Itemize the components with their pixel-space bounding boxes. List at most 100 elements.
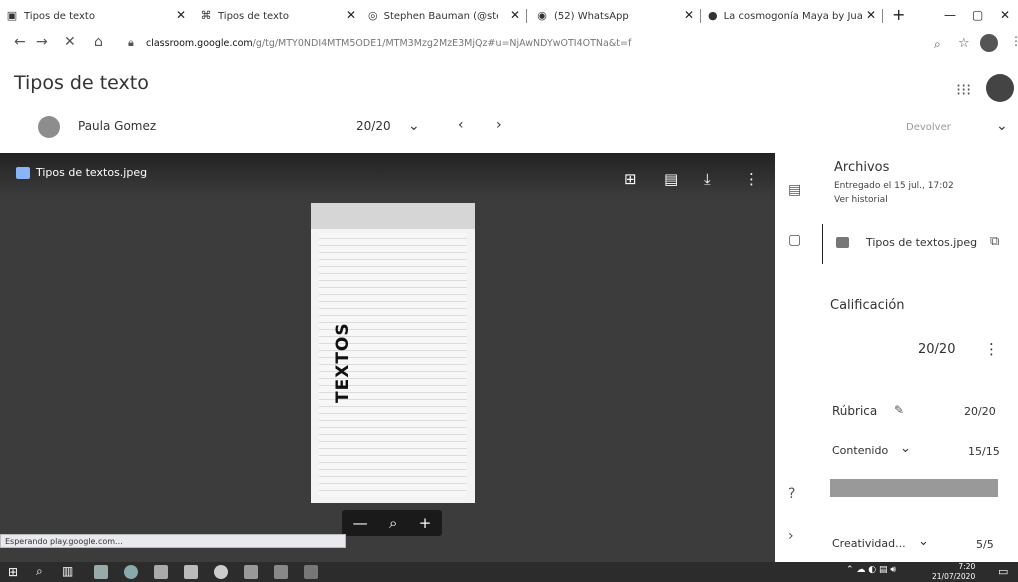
minimize-button[interactable]: — [944, 8, 956, 22]
files-heading: Archivos [834, 160, 890, 175]
instagram-icon: ◎ [368, 9, 378, 22]
history-link[interactable]: Ver historial [834, 195, 888, 205]
word-icon[interactable] [274, 565, 288, 579]
mail-icon[interactable] [154, 565, 168, 579]
student-avatar [38, 116, 60, 138]
rubric-label: Rúbrica [832, 404, 878, 418]
file-explorer-icon[interactable] [94, 565, 108, 579]
task-view-icon[interactable]: ▥ [62, 564, 73, 578]
help-icon[interactable]: ? [788, 486, 795, 502]
add-comment-icon[interactable]: ⊞ [624, 170, 637, 188]
zoom-in-button[interactable]: + [419, 514, 432, 532]
delivered-date: Entregado el 15 jul., 17:02 [834, 181, 954, 191]
search-icon[interactable]: ⌕ [36, 564, 43, 579]
tab-instagram[interactable]: ◎ Stephen Bauman (@stephen [368, 4, 498, 28]
chevron-down-icon[interactable]: ⌄ [996, 118, 1008, 134]
print-icon[interactable]: ▤ [664, 170, 678, 188]
criterion-name[interactable]: Creatividad... [832, 537, 906, 550]
account-avatar[interactable] [986, 74, 1014, 102]
viewer-file-name: Tipos de textos.jpeg [36, 166, 148, 179]
criterion-level-bar[interactable] [830, 479, 998, 497]
whatsapp-icon: ◉ [537, 9, 547, 22]
previous-student-icon[interactable]: ‹ [458, 117, 464, 133]
grade-value[interactable]: 20/20 [918, 342, 955, 357]
paint-icon[interactable] [304, 565, 318, 579]
document-image[interactable]: TEXTOS [311, 203, 475, 503]
document-header-strip [311, 203, 475, 229]
tab-cosmogonia[interactable]: ● La cosmogonía Maya by Juan [708, 4, 862, 28]
stop-icon[interactable]: ✕ [64, 34, 76, 50]
taskbar-clock[interactable]: 7:20 21/07/2020 [932, 562, 975, 582]
zoom-controls: — ⌕ + [342, 510, 442, 536]
edge-icon[interactable] [124, 565, 138, 579]
lock-icon: 🔒︎ [128, 36, 134, 49]
criterion-name[interactable]: Contenido [832, 444, 888, 457]
url-host: classroom.google.com [146, 38, 253, 49]
menu-icon[interactable]: ⋮ [1010, 34, 1018, 48]
close-tab-icon[interactable]: ✕ [684, 8, 694, 22]
close-window-button[interactable]: ✕ [1000, 8, 1010, 22]
edit-icon[interactable]: ✎ [894, 403, 904, 417]
excel-icon[interactable] [244, 565, 258, 579]
student-name[interactable]: Paula Gomez [78, 119, 156, 133]
profile-avatar[interactable] [980, 34, 998, 52]
criterion-score: 5/5 [976, 538, 994, 551]
close-tab-icon[interactable]: ✕ [176, 8, 186, 22]
private-comments-icon[interactable]: ▤ [788, 182, 801, 198]
home-icon[interactable]: ⌂ [94, 34, 103, 50]
new-tab-button[interactable]: + [892, 5, 905, 24]
zoom-search-icon[interactable]: ⌕ [389, 514, 397, 532]
close-tab-icon[interactable]: ✕ [866, 8, 876, 22]
file-thumbnail-icon [836, 237, 849, 248]
more-options-icon[interactable]: ⋮ [984, 340, 999, 358]
tab-label: Stephen Bauman (@stephen [383, 10, 498, 22]
more-options-icon[interactable]: ⋮ [744, 170, 759, 188]
prezi-icon: ● [708, 9, 718, 22]
zoom-icon[interactable]: ⌕ [934, 37, 941, 52]
panel-file-name[interactable]: Tipos de textos.jpeg [866, 236, 977, 249]
tab-label: La cosmogonía Maya by Juan [723, 10, 862, 22]
image-file-icon [16, 167, 30, 179]
open-in-new-icon[interactable]: ⧉ [990, 234, 999, 249]
windows-start-icon[interactable]: ⊞ [8, 565, 18, 579]
star-icon[interactable]: ☆ [958, 36, 970, 51]
tab-label: Tipos de texto [24, 10, 95, 22]
next-student-icon[interactable]: › [496, 117, 502, 133]
tab-label: (52) WhatsApp [554, 10, 629, 22]
store-icon[interactable] [184, 565, 198, 579]
files-panel-icon[interactable]: ▢ [788, 232, 801, 248]
maximize-button[interactable]: ▢ [972, 8, 983, 22]
system-tray-icons[interactable]: ⌃ ☁ ◐ ▤ 🔊︎ [846, 565, 896, 575]
tab-separator [700, 9, 701, 23]
notifications-icon[interactable]: ▭ [998, 565, 1008, 578]
chrome-icon[interactable] [214, 565, 228, 579]
download-icon[interactable]: ⤓ [704, 170, 711, 188]
chevron-down-icon[interactable]: ⌄ [900, 441, 911, 456]
tab-whatsapp[interactable]: ◉ (52) WhatsApp [536, 4, 676, 28]
side-rail [775, 153, 823, 562]
back-icon[interactable]: ← [14, 34, 26, 50]
classroom-icon: ⌘ [200, 9, 212, 22]
grade-heading: Calificación [830, 298, 905, 313]
tab-tipos-de-texto-image[interactable]: ▣ Tipos de texto [6, 4, 166, 28]
page-title: Tipos de texto [14, 72, 149, 94]
rubric-score: 20/20 [964, 405, 996, 418]
url-field[interactable]: classroom.google.com/g/tg/MTY0NDI4MTM5OD… [146, 38, 631, 49]
apps-grid-icon[interactable]: ⁝⁝⁝ [956, 80, 971, 99]
document-word: TEXTOS [333, 322, 353, 403]
return-status[interactable]: Devolver [906, 122, 951, 133]
clock-date: 21/07/2020 [932, 572, 976, 581]
close-tab-icon[interactable]: ✕ [346, 8, 356, 22]
tab-separator [882, 9, 883, 23]
criterion-score: 15/15 [968, 445, 1000, 458]
chevron-down-icon[interactable]: ⌄ [918, 534, 929, 549]
zoom-out-button[interactable]: — [353, 514, 368, 532]
forward-icon[interactable]: → [36, 34, 48, 50]
expand-panel-icon[interactable]: › [788, 528, 794, 544]
tab-tipos-de-texto-classroom[interactable]: ⌘ Tipos de texto [200, 4, 340, 28]
chevron-down-icon[interactable]: ⌄ [408, 118, 420, 134]
close-tab-icon[interactable]: ✕ [510, 8, 520, 22]
url-path: /g/tg/MTY0NDI4MTM5ODE1/MTM3Mzg2MzE3MjQz#… [252, 38, 632, 49]
student-grade[interactable]: 20/20 [356, 119, 391, 133]
image-icon: ▣ [6, 9, 18, 22]
